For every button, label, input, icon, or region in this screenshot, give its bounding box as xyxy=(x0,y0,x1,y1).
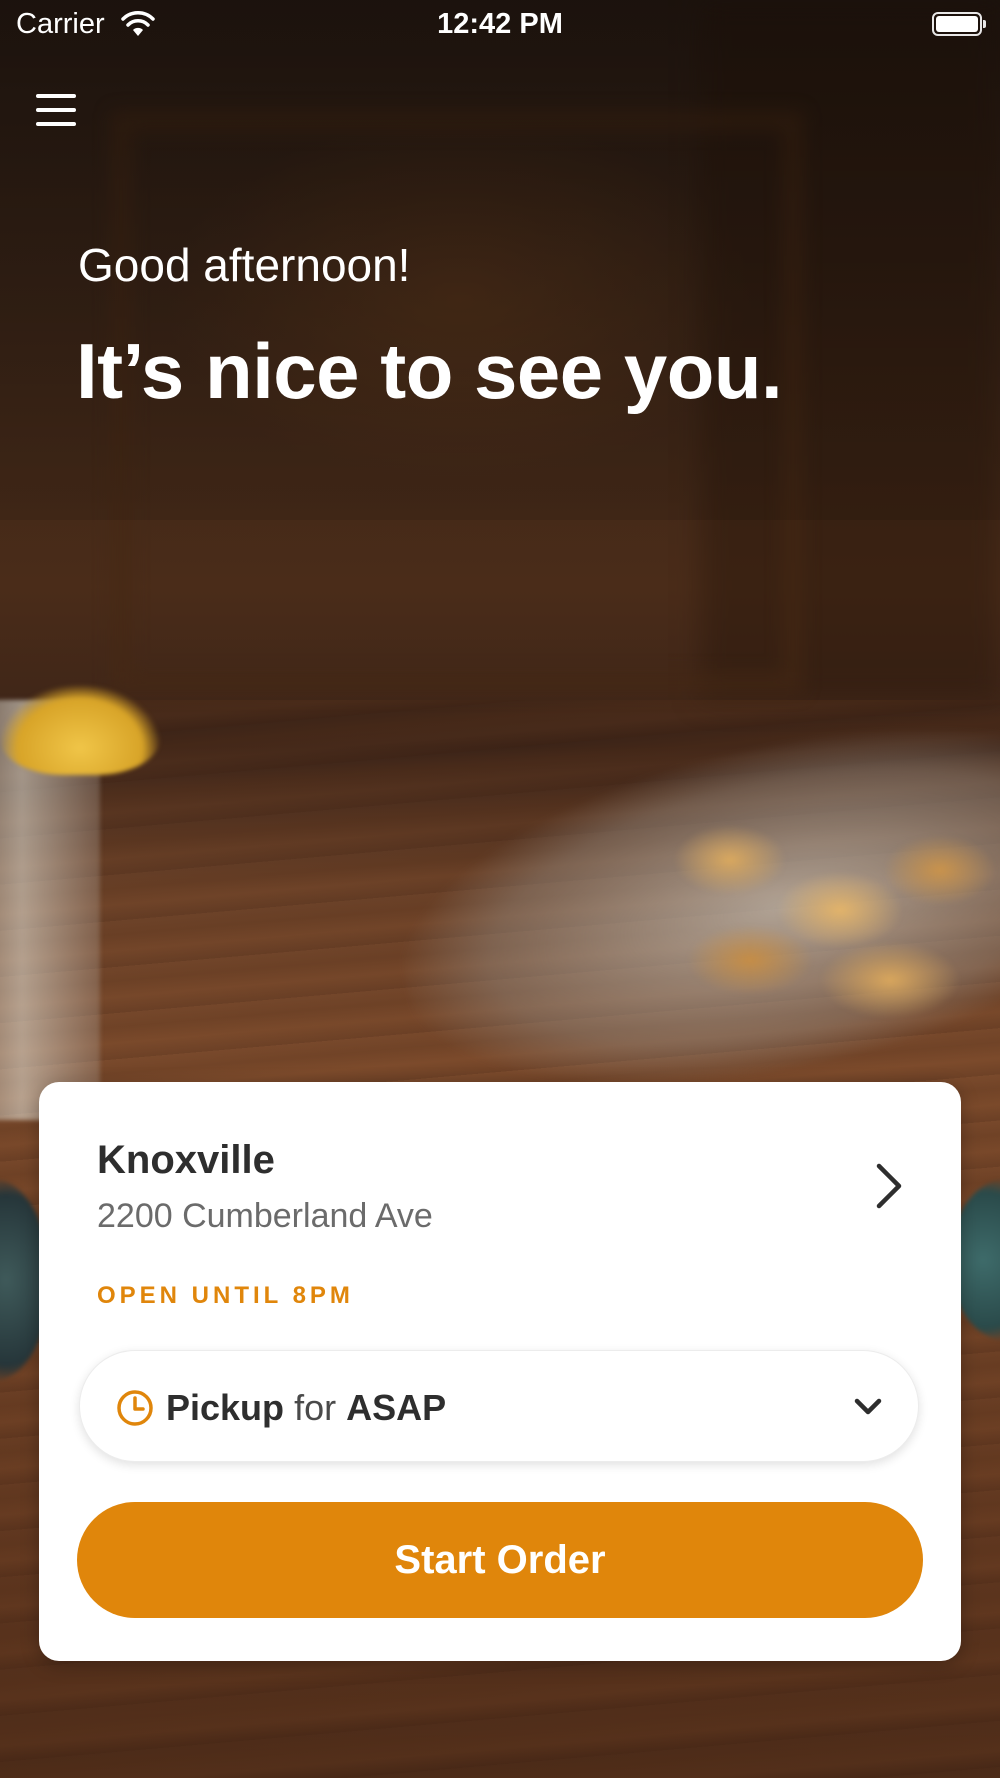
location-name: Knoxville xyxy=(97,1138,275,1182)
status-bar: Carrier 12:42 PM xyxy=(0,0,1000,50)
location-selector[interactable]: Knoxville 2200 Cumberland Ave xyxy=(39,1082,961,1262)
chevron-right-icon xyxy=(876,1163,902,1209)
order-time-dropdown[interactable]: Pickup for ASAP xyxy=(79,1350,919,1462)
background-chips xyxy=(640,790,1000,1030)
location-address: 2200 Cumberland Ave xyxy=(97,1197,433,1235)
clock-icon xyxy=(117,1390,153,1426)
hours-status: OPEN UNTIL 8PM xyxy=(97,1282,354,1309)
status-time: 12:42 PM xyxy=(437,8,563,40)
welcome-headline: It’s nice to see you. xyxy=(76,327,783,415)
hamburger-menu-icon[interactable] xyxy=(36,94,78,130)
menu-line xyxy=(36,94,76,98)
start-order-button[interactable]: Start Order xyxy=(77,1502,923,1618)
chevron-down-icon xyxy=(854,1398,882,1415)
greeting-text: Good afternoon! xyxy=(78,239,411,291)
order-when: ASAP xyxy=(346,1387,447,1428)
background-lemon xyxy=(0,685,160,775)
order-time-label: Pickup for ASAP xyxy=(166,1387,446,1429)
order-card: Knoxville 2200 Cumberland Ave OPEN UNTIL… xyxy=(39,1082,961,1661)
order-mode: Pickup xyxy=(166,1387,285,1428)
menu-line xyxy=(36,108,76,112)
battery-icon xyxy=(932,12,986,36)
order-connector: for xyxy=(294,1387,337,1428)
menu-line xyxy=(36,122,76,126)
